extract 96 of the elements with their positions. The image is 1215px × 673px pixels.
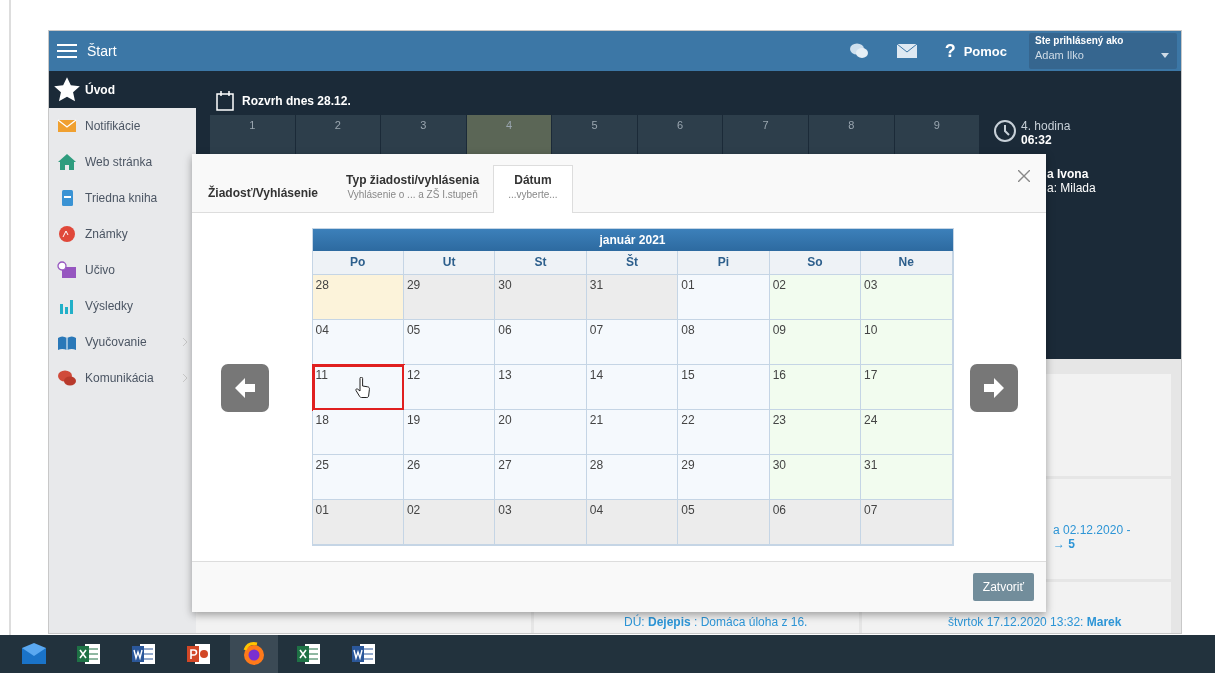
mail-icon[interactable] [896,44,917,58]
calendar-day[interactable]: 16 [769,365,862,410]
close-icon[interactable] [1018,170,1030,182]
calendar-day[interactable]: 05 [678,500,770,545]
sheet-app-icon [296,642,322,666]
weekday-header: Ut [403,251,496,275]
calendar-day[interactable]: 31 [586,275,679,320]
calendar-day[interactable]: 28 [586,455,679,500]
sidebar-item[interactable]: Notifikácie [49,108,196,144]
schedule-title: Rozvrh dnes 28.12. [242,94,351,108]
sidebar-item[interactable]: Web stránka [49,144,196,180]
envelope-icon [57,117,77,135]
star-icon [53,75,81,104]
wizard-step[interactable]: Typ žiadosti/vyhlásenia Vyhlásenie o ... a ZŠ I.stupeň [332,173,494,212]
calendar-day[interactable]: 29 [678,455,770,500]
weekday-header: Po [312,251,404,275]
browser-app-icon [241,642,267,666]
calendar-day[interactable]: 03 [861,275,953,320]
calendar-day[interactable]: 04 [586,500,679,545]
calendar-day[interactable]: 31 [861,455,953,500]
wizard-step[interactable]: Dátum ...vyberte... [493,165,573,213]
house-icon [57,153,77,171]
chat-icon[interactable] [848,42,869,60]
doc-app-icon [131,642,157,666]
calendar-day[interactable]: 13 [495,365,587,410]
close-button[interactable]: Zatvoriť [972,573,1034,601]
weekday-header: Št [586,251,679,275]
weekday-header: Pi [678,251,770,275]
right-arrow-icon [982,377,1005,399]
calendar-day[interactable]: 01 [678,275,770,320]
calendar-day[interactable]: 30 [495,275,587,320]
sidebar-item[interactable]: Učivo [49,252,196,288]
month-title: január 2021 [312,229,953,251]
sidebar-item[interactable]: Vyučovanie [49,324,196,360]
next-month-button[interactable] [969,364,1018,412]
slides-app-icon [186,642,212,666]
mail-app-icon [21,642,47,666]
wizard-step[interactable]: Žiadosť/Vyhlásenie [208,186,332,212]
current-time: 06:32 [1021,133,1052,147]
calendar-day[interactable]: 02 [769,275,862,320]
calendar-day[interactable]: 29 [403,275,496,320]
calendar-day[interactable]: 26 [403,455,496,500]
calendar-day[interactable]: 09 [769,320,862,365]
calendar-icon [216,91,234,111]
calendar-day[interactable]: 06 [495,320,587,365]
calendar-day[interactable]: 28 [312,275,404,320]
help-link[interactable]: ? Pomoc [944,40,1007,62]
calendar-day[interactable]: 15 [678,365,770,410]
calendar-day[interactable]: 27 [495,455,587,500]
calendar-day[interactable]: 02 [403,500,496,545]
doc-app-icon [351,642,377,666]
calendar-day[interactable]: 24 [861,410,953,455]
board-icon [57,261,77,279]
calendar-day[interactable]: 21 [586,410,679,455]
calendar-day[interactable]: 22 [678,410,770,455]
calendar-day[interactable]: 14 [586,365,679,410]
calendar-day[interactable]: 07 [861,500,953,545]
calendar-day[interactable]: 12 [403,365,496,410]
calendar-day[interactable]: 30 [769,455,862,500]
sidebar-item[interactable]: Úvod [49,71,196,108]
calendar-day[interactable]: 06 [769,500,862,545]
calendar-day[interactable]: 10 [861,320,953,365]
calendar-day[interactable]: 17 [861,365,953,410]
weekday-header: Ne [861,251,953,275]
calendar-day[interactable]: 08 [678,320,770,365]
page-title[interactable]: Štart [87,43,849,59]
teacher-name: a Ivona [1047,167,1089,181]
caret-icon [1161,53,1169,58]
grade-icon [57,225,77,243]
sidebar-item[interactable]: Triedna kniha [49,180,196,216]
calendar-day[interactable]: 23 [769,410,862,455]
calendar-day[interactable]: 07 [586,320,679,365]
menu-icon[interactable] [57,43,77,59]
calendar-day[interactable]: 25 [312,455,404,500]
weekday-header: So [769,251,862,275]
current-period: 4. hodina [1021,119,1071,133]
user-dropdown[interactable]: Ste prihlásený ako Adam Ilko [1029,33,1177,69]
chat-icon [57,369,77,387]
left-arrow-icon [233,377,256,399]
substitute-name: a: Milada [1047,181,1096,195]
weekday-header: St [495,251,587,275]
calendar-day[interactable]: 18 [312,410,404,455]
calendar-day[interactable]: 04 [312,320,404,365]
previous-month-button[interactable] [220,364,269,412]
sidebar-item[interactable]: Výsledky [49,288,196,324]
clock-icon [993,119,1017,143]
calendar-day[interactable]: 03 [495,500,587,545]
sidebar-item[interactable]: Známky [49,216,196,252]
calendar-day[interactable]: 01 [312,500,404,545]
calendar-day[interactable]: 19 [403,410,496,455]
calendar-day[interactable]: 20 [495,410,587,455]
sidebar-item[interactable]: Komunikácia [49,360,196,396]
sheet-app-icon [76,642,102,666]
hand-cursor-icon [354,377,371,399]
calendar-day[interactable]: 11 [312,365,404,410]
calendar-day[interactable]: 05 [403,320,496,365]
